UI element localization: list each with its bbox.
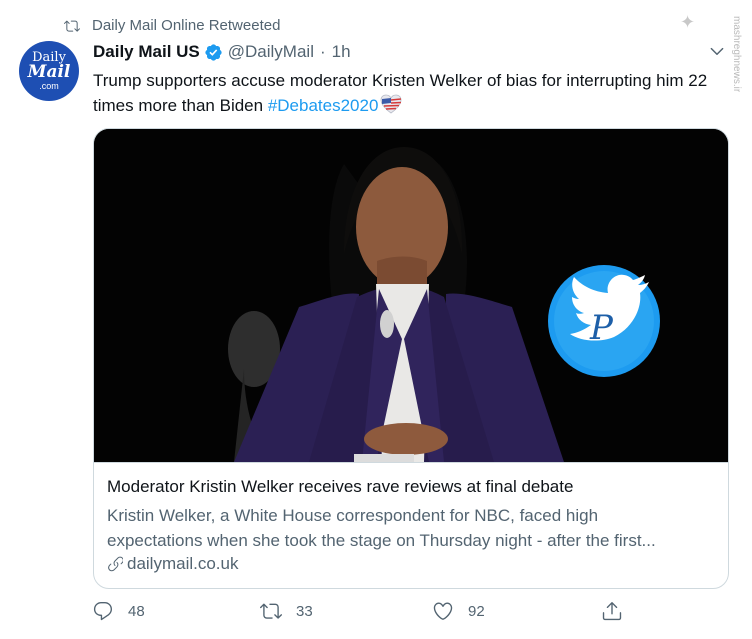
like-count: 92 <box>468 602 485 620</box>
card-domain-label: dailymail.co.uk <box>127 554 239 573</box>
retweet-context[interactable]: Daily Mail Online Retweeted <box>64 17 280 34</box>
display-name[interactable]: Daily Mail US <box>93 42 200 62</box>
svg-text:P: P <box>589 308 614 348</box>
tweet-text: Trump supporters accuse moderator Kriste… <box>93 68 723 118</box>
retweet-icon <box>64 20 80 32</box>
share-button[interactable] <box>601 600 637 622</box>
tweet[interactable]: Daily Mail Online Retweeted Daily Mail .… <box>0 0 752 639</box>
reply-button[interactable]: 48 <box>92 600 145 622</box>
like-button[interactable]: 92 <box>432 600 485 622</box>
card-text[interactable]: Moderator Kristin Welker receives rave r… <box>94 462 728 573</box>
link-icon <box>108 556 123 572</box>
card-domain: dailymail.co.uk <box>107 554 239 574</box>
card-description: Kristin Welker, a White House correspond… <box>107 503 717 553</box>
retweet-count: 33 <box>296 602 313 620</box>
retweet-icon <box>260 603 282 619</box>
author-handle[interactable]: @DailyMail <box>228 42 314 62</box>
watermark-url: mashreghnews.ir <box>731 16 742 93</box>
us-flag-heart-emoji <box>381 94 402 114</box>
avatar[interactable]: Daily Mail .com <box>19 41 79 101</box>
tweet-actions: 48 33 92 <box>92 600 632 628</box>
card-image[interactable]: P <box>94 129 728 462</box>
moderator-photo: P <box>94 129 728 462</box>
card-description-line-2: expectations when she took the stage on … <box>107 531 656 550</box>
hashtag-link[interactable]: #Debates2020 <box>268 96 379 115</box>
retweet-button[interactable]: 33 <box>260 600 313 622</box>
card-description-line-1: Kristin Welker, a White House correspond… <box>107 506 599 525</box>
retweet-context-label: Daily Mail Online Retweeted <box>92 17 281 34</box>
avatar-line-2: Mail <box>27 62 71 82</box>
verified-badge-icon <box>205 43 222 61</box>
watermark-logo: ✦ <box>680 12 696 33</box>
separator-dot: · <box>319 42 326 61</box>
tweet-header: Daily Mail US @DailyMail · 1h <box>93 42 351 62</box>
reply-icon <box>93 602 113 621</box>
heart-icon <box>433 602 453 620</box>
avatar-line-3: .com <box>39 81 59 91</box>
chevron-down-icon[interactable] <box>708 42 726 60</box>
link-card[interactable]: P Moderator Kristin Welker receives rave… <box>93 128 729 589</box>
timestamp[interactable]: 1h <box>332 42 351 62</box>
share-icon <box>602 602 622 621</box>
card-title: Moderator Kristin Welker receives rave r… <box>107 477 574 496</box>
reply-count: 48 <box>128 602 145 620</box>
